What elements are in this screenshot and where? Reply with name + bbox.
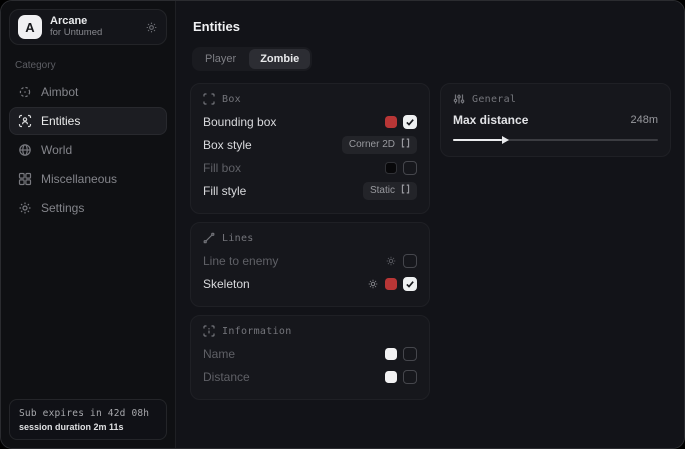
sidebar-item-miscellaneous[interactable]: Miscellaneous [9,165,167,193]
gear-icon [18,201,32,215]
unfold-icon [401,184,410,197]
tab-zombie[interactable]: Zombie [249,49,310,69]
sidebar-item-label: Miscellaneous [41,172,117,186]
row-max-distance: Max distance 248m [453,110,658,130]
entity-scan-icon [18,114,32,128]
box-style-dropdown[interactable]: Corner 2D [342,136,417,154]
color-swatch[interactable] [385,162,397,174]
sidebar-item-label: Settings [41,201,84,215]
subscription-card: Sub expires in 42d 08h session duration … [9,399,167,440]
app-window: A Arcane for Untumed Category Ai [0,0,685,449]
fill-style-dropdown[interactable]: Static [363,182,417,200]
app-subtitle: for Untumed [50,28,102,39]
line-to-enemy-checkbox[interactable] [403,254,417,268]
distance-checkbox[interactable] [403,370,417,384]
sidebar-item-settings[interactable]: Settings [9,194,167,222]
row-fill-box: Fill box [203,156,417,179]
sidebar-item-label: Aimbot [41,85,78,99]
name-checkbox[interactable] [403,347,417,361]
sliders-icon [453,93,465,105]
row-box-style: Box style Corner 2D [203,133,417,156]
info-scan-icon [203,325,215,337]
box-panel: Box Bounding box Box style [190,83,430,214]
row-line-to-enemy: Line to enemy [203,249,417,272]
tab-player[interactable]: Player [194,49,247,69]
row-bounding-box: Bounding box [203,110,417,133]
unfold-icon [401,138,410,151]
sidebar-nav: Aimbot Entities World [9,78,167,222]
app-logo: A [18,15,42,39]
panel-title: Information [222,326,292,337]
sub-expires-text: Sub expires in 42d 08h [19,408,157,419]
general-panel: General Max distance 248m [440,83,671,157]
max-distance-value: 248m [630,114,658,126]
app-title: Arcane [50,15,102,28]
crosshair-icon [18,85,32,99]
bounding-box-checkbox[interactable] [403,115,417,129]
panel-title: Box [222,94,241,105]
session-duration-text: session duration 2m 11s [19,422,157,432]
globe-icon [18,143,32,157]
color-swatch[interactable] [385,116,397,128]
sidebar: A Arcane for Untumed Category Ai [1,1,176,448]
gear-icon[interactable] [145,21,158,34]
row-distance: Distance [203,365,417,388]
information-panel: Information Name Distance [190,315,430,400]
panel-title: Lines [222,233,254,244]
row-fill-style: Fill style Static [203,179,417,202]
lines-panel: Lines Line to enemy [190,222,430,307]
line-settings-gear-icon[interactable] [385,255,397,267]
sidebar-item-label: Entities [41,114,80,128]
row-skeleton: Skeleton [203,272,417,295]
slider-thumb[interactable] [502,136,509,144]
main-area: Entities Player Zombie Box [176,1,684,448]
color-swatch[interactable] [385,348,397,360]
bounding-box-icon [203,93,215,105]
skeleton-checkbox[interactable] [403,277,417,291]
panel-title: General [472,94,516,105]
sidebar-item-world[interactable]: World [9,136,167,164]
grid-icon [18,172,32,186]
color-swatch[interactable] [385,278,397,290]
color-swatch[interactable] [385,371,397,383]
app-card: A Arcane for Untumed [9,9,167,45]
page-title: Entities [193,19,671,34]
line-icon [203,232,215,244]
max-distance-slider[interactable] [453,135,658,145]
sidebar-item-label: World [41,143,72,157]
max-distance-slider-fill [453,139,502,141]
sidebar-item-aimbot[interactable]: Aimbot [9,78,167,106]
row-name: Name [203,342,417,365]
tab-group: Player Zombie [192,47,312,71]
skeleton-settings-gear-icon[interactable] [367,278,379,290]
category-label: Category [15,60,161,71]
fill-box-checkbox[interactable] [403,161,417,175]
sidebar-item-entities[interactable]: Entities [9,107,167,135]
